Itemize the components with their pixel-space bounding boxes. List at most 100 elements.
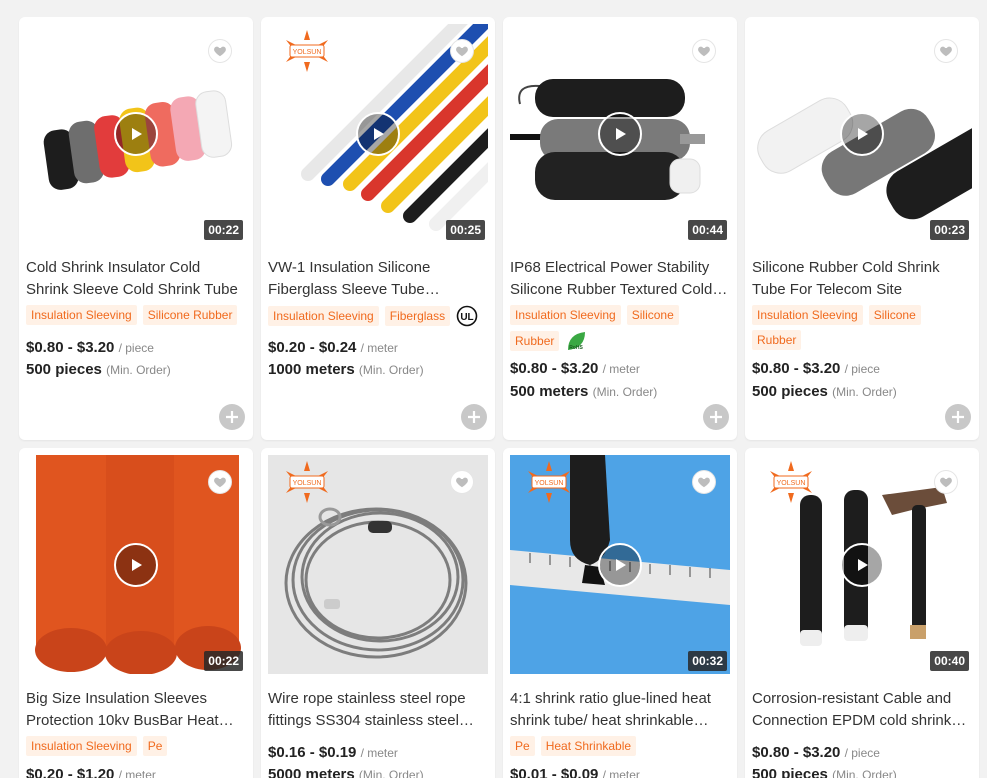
heart-icon xyxy=(940,477,952,488)
product-tag[interactable]: Pe xyxy=(510,736,535,756)
product-tag[interactable]: Silicone xyxy=(626,305,679,325)
product-tag[interactable]: Silicone Rubber xyxy=(142,305,238,325)
favorite-button[interactable] xyxy=(934,470,958,494)
moq-value: 500 pieces xyxy=(752,766,828,778)
favorite-button[interactable] xyxy=(450,39,474,63)
product-thumbnail[interactable]: YOLSUN 00:32 xyxy=(510,455,730,674)
price-range: $0.20 - $1.20 xyxy=(26,766,115,778)
moq-value: 1000 meters xyxy=(268,361,355,378)
play-icon xyxy=(132,559,142,571)
moq-value: 500 meters xyxy=(510,383,589,400)
product-tag[interactable]: Fiberglass xyxy=(384,306,451,326)
moq-label: (Min. Order) xyxy=(358,768,424,778)
play-button[interactable] xyxy=(114,112,158,156)
favorite-button[interactable] xyxy=(934,39,958,63)
moq-label: (Min. Order) xyxy=(358,363,424,377)
product-tags: Insulation Sleeving Pe xyxy=(26,736,248,756)
favorite-button[interactable] xyxy=(450,470,474,494)
product-title[interactable]: Corrosion-resistant Cable and Connection… xyxy=(752,688,972,732)
favorite-button[interactable] xyxy=(692,39,716,63)
product-thumbnail[interactable]: YOLSUN 00:25 xyxy=(268,24,488,243)
product-card[interactable]: 00:22 Big Size Insulation Sleeves Protec… xyxy=(19,448,253,778)
product-title[interactable]: IP68 Electrical Power Stability Silicone… xyxy=(510,257,730,301)
moq-label: (Min. Order) xyxy=(832,385,897,399)
yolsun-logo: YOLSUN xyxy=(770,461,812,503)
product-card[interactable]: 00:23 Silicone Rubber Cold Shrink Tube F… xyxy=(745,17,979,440)
plus-icon xyxy=(710,411,722,423)
play-button[interactable] xyxy=(840,112,884,156)
yolsun-logo: YOLSUN xyxy=(286,30,328,72)
product-title[interactable]: Silicone Rubber Cold Shrink Tube For Tel… xyxy=(752,257,972,301)
product-tag[interactable]: Silicone xyxy=(868,305,921,325)
plus-icon xyxy=(468,411,480,423)
price-unit: / piece xyxy=(844,362,880,376)
add-button[interactable] xyxy=(461,404,487,430)
product-tag[interactable]: Insulation Sleeving xyxy=(26,736,137,756)
product-tag[interactable]: Rubber xyxy=(752,330,802,350)
product-thumbnail[interactable]: YOLSUN 00:40 xyxy=(752,455,972,674)
product-card[interactable]: 00:22 Cold Shrink Insulator Cold Shrink … xyxy=(19,17,253,440)
product-tag[interactable]: Heat Shrinkable xyxy=(540,736,637,756)
price-unit: / piece xyxy=(118,341,154,355)
price-range: $0.80 - $3.20 xyxy=(26,339,115,356)
product-card[interactable]: YOLSUN 00:40 Corrosion-resistant Cable a… xyxy=(745,448,979,778)
product-tag[interactable]: Insulation Sleeving xyxy=(510,305,621,325)
play-button[interactable] xyxy=(356,112,400,156)
add-button[interactable] xyxy=(219,404,245,430)
heart-icon xyxy=(456,477,468,488)
rohs-certification-icon: RoHS xyxy=(565,330,587,352)
product-grid: 00:22 Cold Shrink Insulator Cold Shrink … xyxy=(0,0,987,778)
logo-text: YOLSUN xyxy=(293,480,322,487)
product-thumbnail[interactable]: 00:44 xyxy=(510,24,730,243)
price-unit: / piece xyxy=(844,746,880,760)
favorite-button[interactable] xyxy=(208,39,232,63)
ul-certification-icon: UL xyxy=(456,305,478,327)
product-tag[interactable]: Insulation Sleeving xyxy=(752,305,863,325)
moq-label: (Min. Order) xyxy=(106,363,171,377)
product-card[interactable]: 00:44 IP68 Electrical Power Stability Si… xyxy=(503,17,737,440)
product-thumbnail[interactable]: 00:22 xyxy=(26,455,246,674)
min-order: 500 meters (Min. Order) xyxy=(510,383,657,400)
play-icon xyxy=(616,559,626,571)
price: $0.80 - $3.20 / piece xyxy=(752,360,880,377)
product-tags: Insulation Sleeving Silicone Rubber RoHS xyxy=(510,305,732,352)
min-order: 1000 meters (Min. Order) xyxy=(268,361,424,378)
video-duration: 00:40 xyxy=(930,651,969,671)
product-thumbnail[interactable]: YOLSUN xyxy=(268,455,488,674)
logo-text: YOLSUN xyxy=(777,480,806,487)
product-title[interactable]: Wire rope stainless steel rope fittings … xyxy=(268,688,488,732)
play-icon xyxy=(374,128,384,140)
product-tags: Insulation Sleeving Silicone Rubber xyxy=(26,305,248,325)
product-tags: Insulation Sleeving Fiberglass UL xyxy=(268,305,490,327)
price-unit: / meter xyxy=(360,341,398,355)
product-thumbnail[interactable]: 00:22 xyxy=(26,24,246,243)
play-button[interactable] xyxy=(114,543,158,587)
plus-icon xyxy=(952,411,964,423)
favorite-button[interactable] xyxy=(692,470,716,494)
product-title[interactable]: VW-1 Insulation Silicone Fiberglass Slee… xyxy=(268,257,488,301)
product-tag[interactable]: Insulation Sleeving xyxy=(26,305,137,325)
product-tag[interactable]: Pe xyxy=(142,736,168,756)
min-order: 500 pieces (Min. Order) xyxy=(752,383,897,400)
product-tag[interactable]: Rubber xyxy=(510,331,560,351)
product-card[interactable]: YOLSUN 00:32 4:1 shrink ratio glue-lined… xyxy=(503,448,737,778)
play-icon xyxy=(858,559,868,571)
product-card[interactable]: YOLSUN 00:25 VW-1 Insulation Silicone Fi… xyxy=(261,17,495,440)
product-thumbnail[interactable]: 00:23 xyxy=(752,24,972,243)
favorite-button[interactable] xyxy=(208,470,232,494)
product-tag[interactable]: Insulation Sleeving xyxy=(268,306,379,326)
heart-icon xyxy=(456,46,468,57)
add-button[interactable] xyxy=(703,404,729,430)
yolsun-logo: YOLSUN xyxy=(528,461,570,503)
play-button[interactable] xyxy=(598,112,642,156)
play-button[interactable] xyxy=(840,543,884,587)
price: $0.16 - $0.19 / meter xyxy=(268,744,398,761)
product-title[interactable]: Big Size Insulation Sleeves Protection 1… xyxy=(26,688,246,732)
moq-value: 500 pieces xyxy=(26,361,102,378)
product-title[interactable]: Cold Shrink Insulator Cold Shrink Sleeve… xyxy=(26,257,246,301)
add-button[interactable] xyxy=(945,404,971,430)
cert-label: RoHS xyxy=(570,345,584,351)
play-button[interactable] xyxy=(598,543,642,587)
product-card[interactable]: YOLSUN Wire rope stainless steel rope fi… xyxy=(261,448,495,778)
product-title[interactable]: 4:1 shrink ratio glue-lined heat shrink … xyxy=(510,688,730,732)
